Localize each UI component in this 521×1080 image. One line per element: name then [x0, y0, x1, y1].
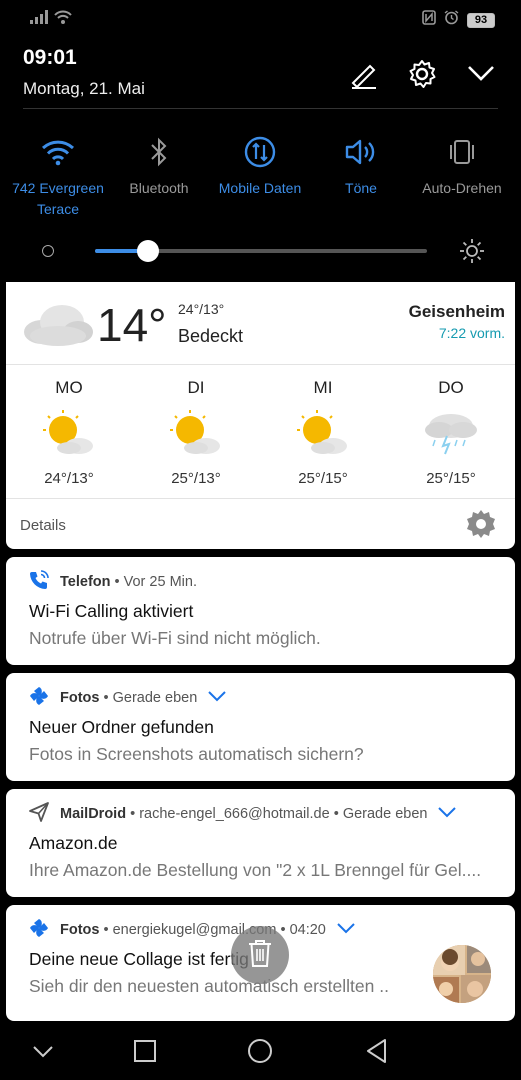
- notification-header: MailDroid • rache-engel_666@hotmail.de •…: [28, 801, 457, 827]
- brightness-high-icon: [459, 238, 485, 269]
- forecast-temps: 25°/13°: [171, 470, 221, 487]
- bluetooth-icon: [107, 130, 211, 174]
- forecast-day: DI 25°/13°: [141, 378, 251, 487]
- notification-app-name: Telefon: [60, 574, 111, 590]
- brightness-low-icon: [42, 245, 54, 257]
- edit-icon[interactable]: [348, 58, 380, 90]
- settings-gear-icon[interactable]: [406, 58, 438, 90]
- notification-account: rache-engel_666@hotmail.de: [139, 806, 330, 822]
- toggle-sound[interactable]: Töne: [309, 130, 413, 199]
- forecast-temps: 25°/15°: [426, 470, 476, 487]
- send-icon: [28, 801, 50, 827]
- back-button[interactable]: [364, 1038, 390, 1064]
- toggle-wifi[interactable]: 742 Evergreen Terace: [6, 130, 110, 220]
- brightness-slider[interactable]: [95, 240, 427, 262]
- notification-header: Telefon • Vor 25 Min.: [28, 569, 197, 595]
- notification-title: Wi-Fi Calling aktiviert: [29, 601, 194, 621]
- notification-body: Ihre Amazon.de Bestellung von "2 x 1L Br…: [29, 860, 482, 880]
- toggle-label: Auto-Drehen: [422, 180, 502, 196]
- notification-time: Gerade eben: [112, 690, 198, 706]
- auto-rotate-icon: [410, 130, 514, 174]
- nfc-icon: [422, 10, 436, 30]
- weather-updated-time: 7:22 vorm.: [438, 325, 505, 341]
- notification-header: Fotos • Gerade eben: [28, 685, 227, 711]
- thunderstorm-icon: [396, 404, 506, 462]
- collage-thumbnail: [433, 945, 491, 1003]
- navigation-bar: [0, 1022, 521, 1080]
- notification-app-name: Fotos: [60, 690, 100, 706]
- sound-icon: [309, 130, 413, 174]
- status-bar: 93: [0, 0, 521, 38]
- sun-cloud-icon: [14, 404, 124, 462]
- notification-body: Sieh dir den neuesten automatisch erstel…: [29, 976, 389, 996]
- toggle-bluetooth[interactable]: Bluetooth: [107, 130, 211, 199]
- google-photos-icon: [28, 917, 50, 943]
- toggle-mobile-data[interactable]: Mobile Daten: [208, 130, 312, 199]
- home-button[interactable]: [247, 1038, 273, 1064]
- weather-condition: Bedeckt: [178, 326, 244, 346]
- notification-fotos[interactable]: Fotos • Gerade eben Neuer Ordner gefunde…: [6, 673, 515, 781]
- weather-settings-gear-icon[interactable]: [465, 508, 497, 545]
- toggle-label: Mobile Daten: [218, 180, 302, 196]
- notification-time: 04:20: [289, 922, 326, 938]
- temperature-range: 24°/13°: [178, 301, 225, 317]
- forecast-temps: 25°/15°: [298, 470, 348, 487]
- weather-city: Geisenheim: [408, 302, 505, 321]
- wifi-icon: [6, 130, 110, 174]
- notification-body: Fotos in Screenshots automatisch sichern…: [29, 744, 364, 764]
- current-temperature: 14°: [97, 299, 167, 351]
- wifi-status-icon: [54, 10, 72, 29]
- notification-app-name: Fotos: [60, 922, 100, 938]
- notification-app-name: MailDroid: [60, 806, 127, 822]
- forecast-day: DO 25°/15°: [396, 378, 506, 487]
- notification-body: Notrufe über Wi-Fi sind nicht möglich.: [29, 628, 321, 648]
- forecast-day-name: MI: [313, 378, 333, 397]
- expand-chevron-icon[interactable]: [336, 921, 356, 939]
- weather-divider: [6, 364, 515, 365]
- weather-card[interactable]: 14° 24°/13° Bedeckt Geisenheim 7:22 vorm…: [6, 282, 515, 549]
- notification-time: Vor 25 Min.: [123, 574, 197, 590]
- signal-icon: [30, 10, 48, 29]
- collapse-chevron-icon[interactable]: [466, 58, 498, 90]
- brightness-knob[interactable]: [137, 240, 160, 262]
- forecast-day: MO 24°/13°: [14, 378, 124, 487]
- clear-all-trash-button[interactable]: [231, 926, 289, 984]
- date: Montag, 21. Mai: [23, 79, 145, 98]
- hide-nav-chevron-icon[interactable]: [30, 1038, 56, 1064]
- notification-telefon[interactable]: Telefon • Vor 25 Min. Wi-Fi Calling akti…: [6, 557, 515, 665]
- notification-maildroid[interactable]: MailDroid • rache-engel_666@hotmail.de •…: [6, 789, 515, 897]
- forecast-temps: 24°/13°: [44, 470, 94, 487]
- cloudy-icon: [20, 300, 94, 353]
- trash-icon: [247, 938, 273, 973]
- google-photos-icon: [28, 685, 50, 711]
- toggle-auto-rotate[interactable]: Auto-Drehen: [410, 130, 514, 199]
- notification-title: Amazon.de: [29, 833, 118, 853]
- details-link[interactable]: Details: [20, 517, 66, 534]
- forecast-day-name: DO: [438, 378, 464, 397]
- recents-button[interactable]: [132, 1038, 158, 1064]
- notification-header: Fotos • energiekugel@gmail.com • 04:20: [28, 917, 356, 943]
- forecast-day: MI 25°/15°: [268, 378, 378, 487]
- header-divider: [23, 108, 498, 109]
- toggle-label: Bluetooth: [129, 180, 189, 196]
- notification-time: Gerade eben: [342, 806, 428, 822]
- weather-divider: [6, 498, 515, 499]
- forecast-day-name: DI: [187, 378, 205, 397]
- sun-cloud-icon: [268, 404, 378, 462]
- mobile-data-icon: [208, 130, 312, 174]
- forecast-day-name: MO: [55, 378, 83, 397]
- battery-indicator: 93: [467, 12, 495, 28]
- alarm-icon: [444, 10, 459, 30]
- toggle-label: Töne: [345, 180, 377, 196]
- expand-chevron-icon[interactable]: [437, 805, 457, 823]
- sun-cloud-icon: [141, 404, 251, 462]
- expand-chevron-icon[interactable]: [207, 689, 227, 707]
- phone-wifi-icon: [28, 569, 50, 595]
- notification-title: Deine neue Collage ist fertig: [29, 949, 249, 969]
- toggle-label: 742 Evergreen Terace: [12, 180, 104, 217]
- clock: 09:01: [23, 46, 77, 69]
- notification-title: Neuer Ordner gefunden: [29, 717, 214, 737]
